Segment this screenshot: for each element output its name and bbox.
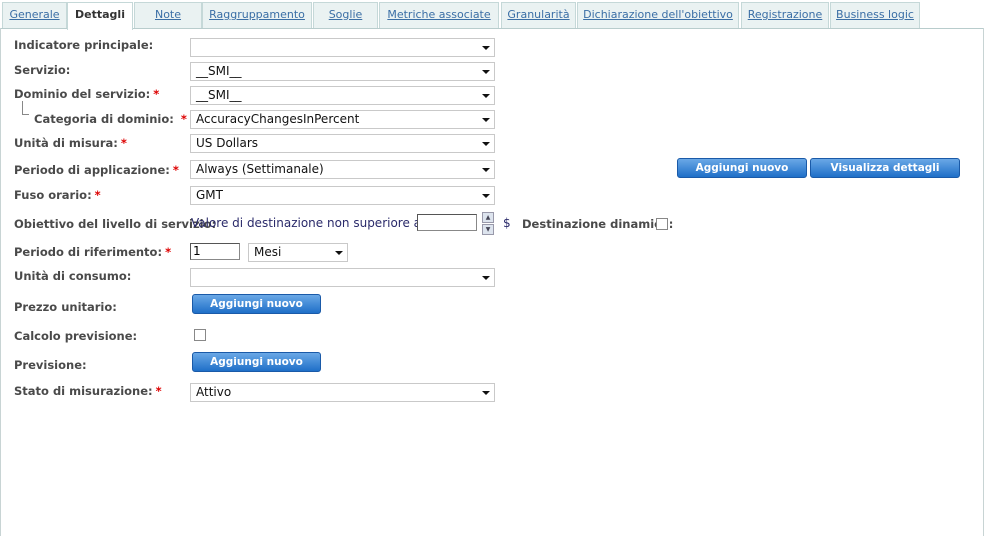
unita-select[interactable]: US Dollars xyxy=(190,134,495,153)
stato-value: Attivo xyxy=(196,385,232,399)
required-mark: * xyxy=(180,112,187,126)
required-mark: * xyxy=(165,245,172,259)
obiettivo-label: Obiettivo del livello di servizio: xyxy=(14,217,217,231)
periodo-rif-unit-select[interactable]: Mesi xyxy=(248,243,348,262)
chevron-down-icon xyxy=(335,251,343,255)
obiettivo-text: Valore di destinazione non superiore a xyxy=(191,216,422,230)
calcolo-label: Calcolo previsione: xyxy=(14,329,138,343)
tab-bar: Generale Dettagli Note Raggruppamento So… xyxy=(0,0,984,30)
dominio-select[interactable]: __SMI__ xyxy=(190,86,495,105)
periodo-app-value: Always (Settimanale) xyxy=(196,162,324,176)
chevron-down-icon xyxy=(482,391,490,395)
unita-value: US Dollars xyxy=(196,136,259,150)
target-value-input[interactable] xyxy=(417,214,477,231)
periodo-app-label: Periodo di applicazione: * xyxy=(14,163,179,177)
required-mark: * xyxy=(94,188,101,202)
calcolo-checkbox[interactable] xyxy=(194,329,206,341)
dynamic-target-checkbox[interactable] xyxy=(656,218,668,230)
periodo-app-select[interactable]: Always (Settimanale) xyxy=(190,160,495,179)
tab-registrazione[interactable]: Registrazione xyxy=(741,2,829,28)
prezzo-label: Prezzo unitario: xyxy=(14,300,117,314)
unita-label-text: Unità di misura: xyxy=(14,136,118,150)
previsione-label: Previsione: xyxy=(14,358,87,372)
tab-generale[interactable]: Generale xyxy=(2,2,67,28)
tab-metriche-associate[interactable]: Metriche associate xyxy=(379,2,499,28)
consumo-select[interactable] xyxy=(190,268,495,287)
dominio-label: Dominio del servizio: * xyxy=(14,87,159,101)
servizio-label: Servizio: xyxy=(14,63,71,77)
indicatore-select[interactable] xyxy=(190,38,495,57)
categoria-label: Categoria di dominio: * xyxy=(34,112,187,126)
periodo-app-label-text: Periodo di applicazione: xyxy=(14,163,170,177)
tab-soglie[interactable]: Soglie xyxy=(313,2,378,28)
stato-select[interactable]: Attivo xyxy=(190,383,495,402)
required-mark: * xyxy=(172,163,179,177)
spin-up-icon[interactable]: ▲ xyxy=(482,212,494,223)
chevron-down-icon xyxy=(482,70,490,74)
tab-raggruppamento[interactable]: Raggruppamento xyxy=(202,2,312,28)
tab-note[interactable]: Note xyxy=(134,2,202,28)
periodo-app-add-button[interactable]: Aggiungi nuovo xyxy=(677,158,807,178)
fuso-label-text: Fuso orario: xyxy=(14,188,92,202)
stato-label: Stato di misurazione: * xyxy=(14,384,162,398)
periodo-rif-input[interactable]: 1 xyxy=(190,243,240,260)
chevron-down-icon xyxy=(482,194,490,198)
tab-dichiarazione-obiettivo[interactable]: Dichiarazione dell'obiettivo xyxy=(577,2,739,28)
servizio-select[interactable]: __SMI__ xyxy=(190,62,495,81)
required-mark: * xyxy=(153,87,160,101)
tab-granularita[interactable]: Granularità xyxy=(501,2,576,28)
periodo-rif-unit-value: Mesi xyxy=(254,245,282,259)
dynamic-target-label: Destinazione dinamica: xyxy=(522,217,674,231)
tab-dettagli[interactable]: Dettagli xyxy=(67,2,133,30)
spin-down-icon[interactable]: ▼ xyxy=(482,224,494,235)
indicatore-label: Indicatore principale: xyxy=(14,38,154,52)
dominio-label-text: Dominio del servizio: xyxy=(14,87,151,101)
periodo-rif-label-text: Periodo di riferimento: xyxy=(14,245,163,259)
previsione-add-button[interactable]: Aggiungi nuovo xyxy=(192,352,321,372)
categoria-label-text: Categoria di dominio: xyxy=(34,112,174,126)
tab-business-logic[interactable]: Business logic xyxy=(830,2,920,28)
categoria-value: AccuracyChangesInPercent xyxy=(196,112,360,126)
categoria-select[interactable]: AccuracyChangesInPercent xyxy=(190,110,495,129)
chevron-down-icon xyxy=(482,142,490,146)
required-mark: * xyxy=(155,384,162,398)
chevron-down-icon xyxy=(482,46,490,50)
consumo-label: Unità di consumo: xyxy=(14,269,132,283)
dominio-value: __SMI__ xyxy=(196,88,242,102)
fuso-label: Fuso orario: * xyxy=(14,188,101,202)
tree-connector-icon xyxy=(22,101,29,115)
chevron-down-icon xyxy=(482,168,490,172)
chevron-down-icon xyxy=(482,276,490,280)
stato-label-text: Stato di misurazione: xyxy=(14,384,153,398)
required-mark: * xyxy=(120,136,127,150)
periodo-rif-label: Periodo di riferimento: * xyxy=(14,245,171,259)
fuso-value: GMT xyxy=(196,188,223,202)
chevron-down-icon xyxy=(482,94,490,98)
servizio-value: __SMI__ xyxy=(196,64,242,78)
chevron-down-icon xyxy=(482,118,490,122)
currency-symbol: $ xyxy=(503,216,511,230)
unita-label: Unità di misura: * xyxy=(14,136,127,150)
prezzo-add-button[interactable]: Aggiungi nuovo xyxy=(192,294,321,314)
view-details-button[interactable]: Visualizza dettagli xyxy=(810,158,960,178)
fuso-select[interactable]: GMT xyxy=(190,186,495,205)
